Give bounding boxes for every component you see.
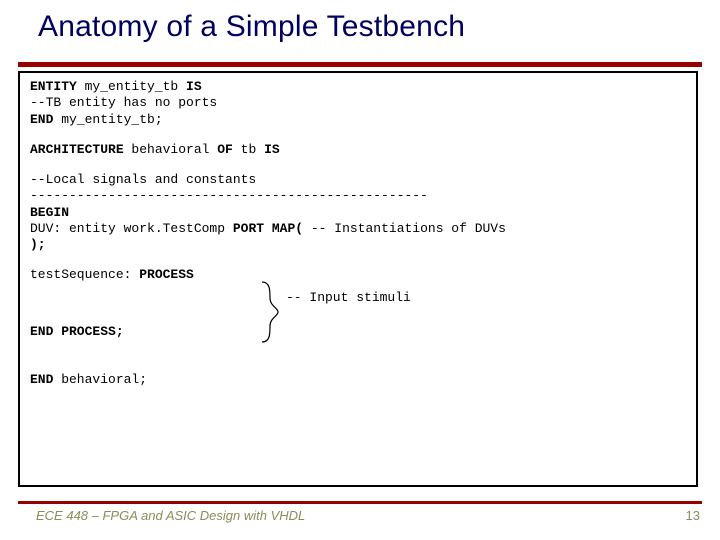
code-line: ); <box>30 237 688 253</box>
keyword-of: OF <box>217 142 233 157</box>
code-line: BEGIN <box>30 205 688 221</box>
keyword-architecture: ARCHITECTURE <box>30 142 124 157</box>
code-line: END my_entity_tb; <box>30 112 688 128</box>
keyword-is: IS <box>186 79 202 94</box>
code-line: testSequence: PROCESS <box>30 267 688 283</box>
footer-separator <box>18 501 702 504</box>
code-text: behavioral <box>124 142 218 157</box>
code-line: DUV: entity work.TestComp PORT MAP( -- I… <box>30 221 688 237</box>
code-text: behavioral; <box>53 372 147 387</box>
code-line: ENTITY my_entity_tb IS <box>30 79 688 95</box>
code-comment: --Local signals and constants <box>30 172 256 187</box>
slide: Anatomy of a Simple Testbench ENTITY my_… <box>0 0 720 540</box>
code-box: ENTITY my_entity_tb IS --TB entity has n… <box>18 71 698 487</box>
dashed-separator: ----------------------------------------… <box>30 188 688 204</box>
title-underline <box>18 62 702 67</box>
blank-line <box>30 344 688 358</box>
code-text: my_entity_tb <box>77 79 186 94</box>
keyword-port-map: PORT MAP <box>233 221 295 236</box>
code-line: END PROCESS; <box>30 324 124 340</box>
curly-brace-icon <box>256 280 280 344</box>
page-number: 13 <box>686 508 700 523</box>
keyword-end: END <box>30 372 53 387</box>
paren-open: ( <box>295 221 303 236</box>
code-line: --Local signals and constants <box>30 172 688 188</box>
code-text: testSequence: <box>30 267 139 282</box>
footer-course: ECE 448 – FPGA and ASIC Design with VHDL <box>36 508 305 523</box>
code-text: my_entity_tb; <box>53 112 162 127</box>
code-comment: --TB entity has no ports <box>30 95 217 110</box>
brace-group: -- Input stimuli END PROCESS; <box>30 284 688 344</box>
code-line: --TB entity has no ports <box>30 95 688 111</box>
keyword-end: END <box>30 112 53 127</box>
keyword-is: IS <box>264 142 280 157</box>
blank-line <box>30 158 688 172</box>
code-line: END behavioral; <box>30 372 688 388</box>
blank-line <box>30 253 688 267</box>
code-block: ENTITY my_entity_tb IS --TB entity has n… <box>30 79 688 388</box>
code-text: DUV: entity work.TestComp <box>30 221 233 236</box>
keyword-end-process: END PROCESS; <box>30 324 124 339</box>
keyword-process: PROCESS <box>139 267 194 282</box>
code-text: tb <box>233 142 264 157</box>
slide-title: Anatomy of a Simple Testbench <box>38 10 465 44</box>
blank-line <box>30 128 688 142</box>
code-comment: -- Instantiations of DUVs <box>303 221 506 236</box>
stimuli-comment: -- Input stimuli <box>286 290 411 306</box>
paren-close-line: ); <box>30 237 46 252</box>
keyword-begin: BEGIN <box>30 205 69 220</box>
code-line: ARCHITECTURE behavioral OF tb IS <box>30 142 688 158</box>
keyword-entity: ENTITY <box>30 79 77 94</box>
blank-line <box>30 358 688 372</box>
